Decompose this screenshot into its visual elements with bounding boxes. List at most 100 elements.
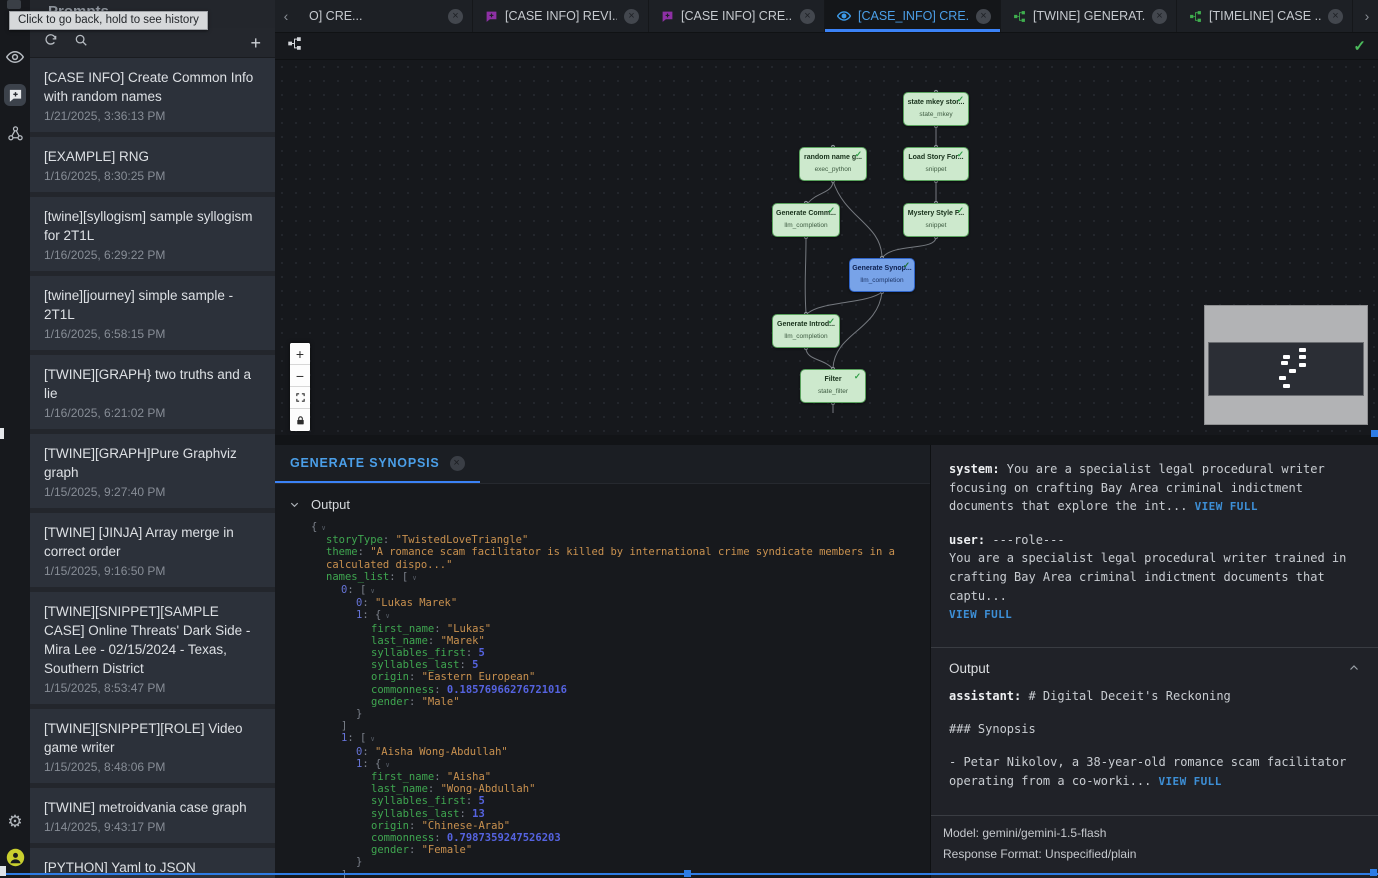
user-view-full-link[interactable]: VIEW FULL [949,608,1012,621]
zoom-out-button[interactable]: − [290,365,310,387]
add-prompt-button[interactable]: + [250,34,261,52]
inspector-panel: system: You are a specialist legal proce… [930,445,1378,878]
settings-gear-icon[interactable]: ⚙ [4,810,26,832]
assistant-synopsis-heading: ### Synopsis [949,720,1360,739]
app-window: ⚙ Prompts + [CASE INFO] Create Common In… [0,0,1378,878]
resize-handle-bottom-left[interactable] [0,866,6,876]
node-success-check-icon: ✓ [828,316,835,327]
code-line: syllables_first: 5 [275,795,930,807]
eye-icon[interactable] [4,46,26,68]
graph-node[interactable]: Load Story For...snippet✓ [903,147,969,181]
tabs-scroll-left-icon[interactable]: ‹ [275,0,297,32]
history-tooltip: Click to go back, hold to see history [9,11,208,30]
code-line: 0: "Lukas Marek" [275,597,930,609]
lock-button[interactable] [290,409,310,431]
tab-close-icon[interactable]: × [1152,9,1167,24]
refresh-icon[interactable] [44,33,58,52]
graph-canvas[interactable]: state mkey stor...state_mkey✓random name… [275,60,1378,435]
node-type-label: snippet [904,222,968,229]
tab[interactable]: [TIMELINE] CASE ... × [1177,0,1353,32]
prompt-item[interactable]: [CASE INFO] Create Common Info with rand… [30,58,275,132]
tab[interactable]: [CASE INFO] CRE... × [649,0,825,32]
tab-close-icon[interactable]: × [800,9,815,24]
system-label: system: [949,462,1000,476]
tab-generate-synopsis[interactable]: GENERATE SYNOPSIS × [275,445,480,483]
graph-node[interactable]: Generate Introd...llm_completion✓ [772,314,840,348]
user-avatar[interactable] [4,846,26,868]
prompt-item[interactable]: [TWINE][GRAPH} two truths and a lie1/16/… [30,355,275,429]
code-line: first_name: "Lukas" [275,623,930,635]
resize-handle-right-middle[interactable] [1371,430,1378,437]
graph-node[interactable]: Mystery Style F...snippet✓ [903,203,969,237]
graph-node[interactable]: state mkey stor...state_mkey✓ [903,92,969,126]
output-section-header[interactable]: Output [275,484,930,519]
node-type-label: state_filter [801,388,865,395]
tab[interactable]: [TWINE] GENERAT...× [1001,0,1177,32]
prompt-item[interactable]: [twine][journey] simple sample - 2T1L1/1… [30,276,275,350]
prompt-item[interactable]: [TWINE] [JINJA] Array merge in correct o… [30,513,275,587]
output-tab-close-icon[interactable]: × [450,456,465,471]
prompt-item[interactable]: [TWINE][SNIPPET][SAMPLE CASE] Online Thr… [30,592,275,704]
prompt-item[interactable]: [EXAMPLE] RNG1/16/2025, 8:30:25 PM [30,137,275,192]
code-line: 1: [ ∨ [275,732,930,745]
fit-view-button[interactable] [290,387,310,409]
code-line: { ∨ [275,521,930,534]
code-line: 1: { ∨ [275,758,930,771]
tab-label: [TIMELINE] CASE ... [1209,9,1321,23]
code-line: last_name: "Wong-Abdullah" [275,783,930,795]
code-line: origin: "Chinese-Arab" [275,820,930,832]
system-view-full-link[interactable]: VIEW FULL [1195,500,1258,513]
graph-node[interactable]: Filterstate_filter✓ [800,369,866,403]
tab[interactable]: [CASE INFO] REVI...× [473,0,649,32]
graph-node[interactable]: Generate Synop...llm_completion✓ [849,258,915,292]
user-role-line: ---role--- [985,533,1064,547]
graph-node[interactable]: Generate Comm...llm_completion✓ [772,203,840,237]
resize-handle-bottom-right[interactable] [1370,869,1377,876]
prompt-item[interactable]: [TWINE] metroidvania case graph1/14/2025… [30,788,275,843]
canvas-toolbar: ✓ [275,33,1378,60]
prompt-item-title: [TWINE][GRAPH} two truths and a lie [44,365,261,403]
tab-label: [CASE_INFO] CRE... [858,9,969,23]
code-line: } [275,856,930,868]
right-output-header[interactable]: Output [931,648,1378,687]
run-success-check-icon: ✓ [1353,37,1366,55]
tab[interactable]: O] CRE...× [297,0,473,32]
code-line: gender: "Female" [275,844,930,856]
node-success-check-icon: ✓ [957,94,964,105]
system-text: You are a specialist legal procedural wr… [949,462,1325,513]
prompts-chat-icon[interactable] [4,84,26,106]
minimap[interactable] [1204,305,1368,425]
zoom-in-button[interactable]: + [290,343,310,365]
tab[interactable]: [CASE_INFO] CRE... × [825,0,1001,32]
user-text: You are a specialist legal procedural wr… [949,551,1346,602]
json-output: { ∨storyType: "TwistedLoveTriangle"theme… [275,519,930,878]
messages-block: system: You are a specialist legal proce… [931,445,1378,643]
node-success-check-icon: ✓ [957,205,964,216]
resize-handle-left-middle[interactable] [0,428,4,439]
output-section-label: Output [311,497,350,512]
chevron-down-icon [289,499,300,510]
prompt-item[interactable]: [TWINE][GRAPH]Pure Graphviz graph1/15/20… [30,434,275,508]
tab-close-icon[interactable]: × [1328,9,1343,24]
prompt-item-timestamp: 1/16/2025, 6:29:22 PM [44,248,261,262]
assistant-view-full-link[interactable]: VIEW FULL [1159,775,1222,788]
tab-close-icon[interactable]: × [976,9,991,24]
resize-handle-bottom-center[interactable] [684,870,691,877]
prompt-item[interactable]: [twine][syllogism] sample syllogism for … [30,197,275,271]
bottom-panels: GENERATE SYNOPSIS × Output { ∨storyType:… [275,435,1378,878]
graph-node[interactable]: random name g...exec_python✓ [799,147,867,181]
tabs-scroll-right-icon[interactable]: › [1356,0,1378,32]
search-icon[interactable] [74,33,88,52]
graph-layout-icon[interactable] [287,36,302,56]
tab-label: [CASE INFO] CRE... [681,9,793,23]
assistant-message: assistant: # Digital Deceit's Reckoning … [931,687,1378,806]
minimap-node-dot [1283,355,1290,359]
tab-close-icon[interactable]: × [448,9,463,24]
prompt-item[interactable]: [TWINE][SNIPPET][ROLE] Video game writer… [30,709,275,783]
prompt-item-timestamp: 1/15/2025, 8:53:47 PM [44,681,261,695]
node-type-label: llm_completion [773,333,839,340]
tab-close-icon[interactable]: × [624,9,639,24]
tab-bar: ‹ O] CRE...×[CASE INFO] REVI...×[CASE IN… [275,0,1378,33]
workflow-hub-icon[interactable] [4,122,26,144]
prompt-item-title: [TWINE] [JINJA] Array merge in correct o… [44,523,261,561]
